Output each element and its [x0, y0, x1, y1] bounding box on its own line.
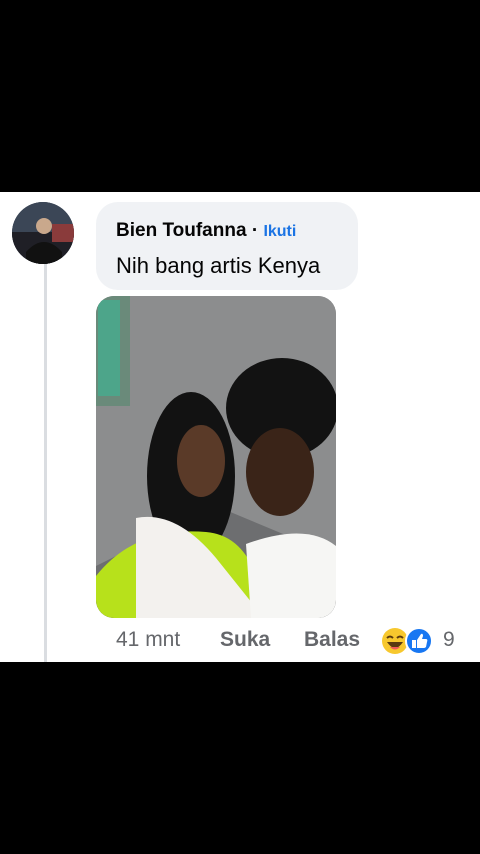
comment-bubble: Bien Toufanna · Ikuti Nih bang artis Ken…	[96, 202, 358, 290]
reply-button[interactable]: Balas	[304, 628, 360, 652]
reaction-count[interactable]: 9	[443, 628, 455, 652]
laughing-emoji-icon	[382, 628, 408, 654]
thread-line	[44, 264, 47, 662]
separator-dot: ·	[251, 220, 259, 241]
comment-timestamp: 41 mnt	[116, 628, 181, 651]
like-button[interactable]: Suka	[220, 628, 270, 652]
avatar[interactable]	[12, 202, 74, 264]
comment-text: Nih bang artis Kenya	[116, 253, 321, 278]
comment-header: Bien Toufanna · Ikuti	[116, 220, 296, 242]
like-thumb-icon	[405, 627, 433, 655]
author-name[interactable]: Bien Toufanna	[116, 220, 247, 241]
avatar-image	[12, 202, 74, 264]
comment-photo[interactable]	[96, 296, 336, 618]
reaction-summary[interactable]	[381, 627, 437, 655]
reaction-icons	[382, 627, 433, 655]
follow-button[interactable]: Ikuti	[263, 223, 296, 240]
photo-image	[96, 296, 336, 618]
